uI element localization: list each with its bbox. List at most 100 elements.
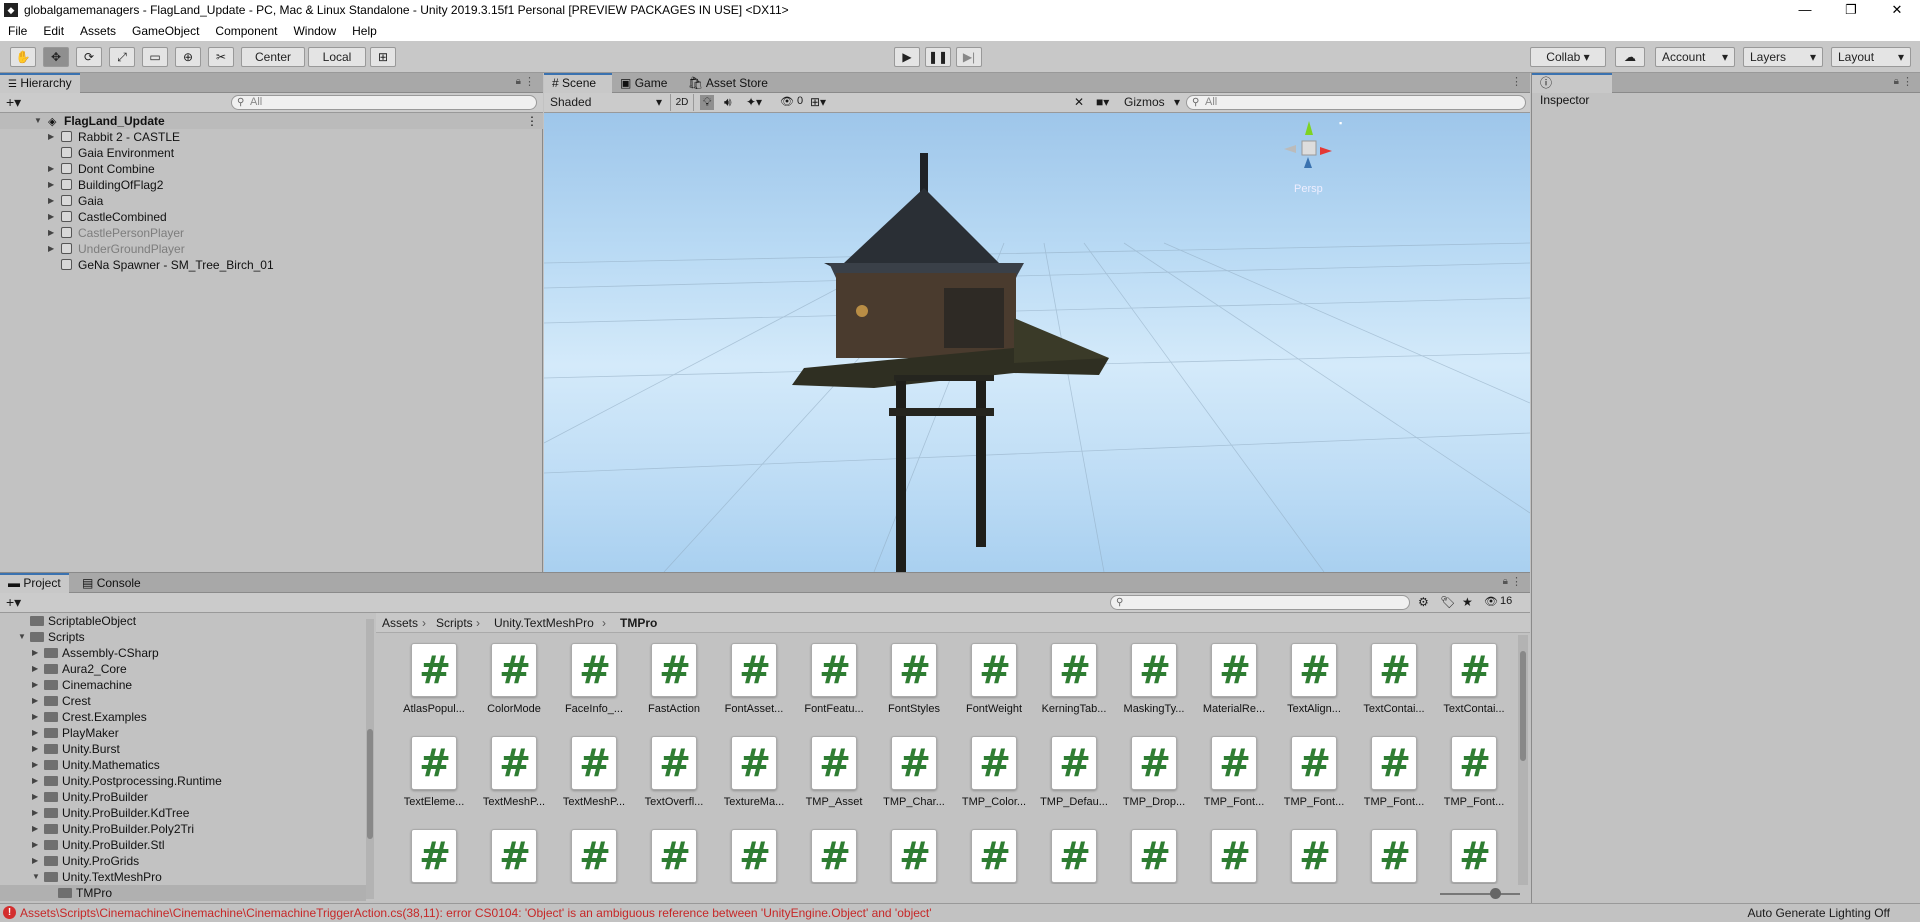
hierarchy-item[interactable]: ▶ Rabbit 2 - CASTLE bbox=[0, 129, 543, 145]
tab-inspector[interactable]: ⓘ Inspector bbox=[1532, 73, 1612, 107]
script-asset[interactable]: # bbox=[472, 829, 552, 884]
script-asset[interactable]: # TextContai... bbox=[1432, 643, 1512, 733]
script-asset[interactable]: # TMP_Asset bbox=[792, 736, 872, 826]
move-tool-icon[interactable]: ✥ bbox=[43, 47, 69, 67]
minimize-button[interactable]: — bbox=[1782, 0, 1828, 20]
script-asset[interactable]: # FontAsset... bbox=[712, 643, 792, 733]
layers-dropdown[interactable]: Layers ▾ bbox=[1743, 47, 1823, 67]
script-asset[interactable]: # bbox=[952, 829, 1032, 884]
script-asset[interactable]: # TMP_Char... bbox=[872, 736, 952, 826]
script-asset[interactable]: # AtlasPopul... bbox=[392, 643, 472, 733]
scene-viewport[interactable]: ▪ Persp bbox=[544, 113, 1530, 572]
project-folder-item[interactable]: ▶ Aura2_Core bbox=[0, 661, 366, 677]
camera-icon[interactable]: ■▾ bbox=[1096, 95, 1109, 109]
project-folder-item[interactable]: ▼ Scripts bbox=[0, 629, 366, 645]
script-asset[interactable]: # FontStyles bbox=[872, 643, 952, 733]
step-button[interactable]: ▶| bbox=[956, 47, 982, 67]
expand-arrow-icon[interactable]: ▶ bbox=[32, 677, 38, 693]
expand-arrow-icon[interactable]: ▶ bbox=[32, 725, 38, 741]
project-folder-item[interactable]: ▶ Unity.ProBuilder.Stl bbox=[0, 837, 366, 853]
more-options-icon[interactable]: ⋮ bbox=[526, 113, 538, 129]
hierarchy-item[interactable]: ▶ BuildingOfFlag2 bbox=[0, 177, 543, 193]
expand-arrow-icon[interactable]: ▶ bbox=[32, 645, 38, 661]
script-asset[interactable]: # TMP_Color... bbox=[952, 736, 1032, 826]
breadcrumb-textmeshpro[interactable]: Unity.TextMeshPro bbox=[494, 613, 594, 633]
project-folder-item[interactable]: ▶ Unity.ProBuilder bbox=[0, 789, 366, 805]
more-options-icon[interactable]: ⋮ bbox=[524, 75, 535, 88]
pivot-local-toggle[interactable]: Local bbox=[308, 47, 366, 67]
tools-icon[interactable]: ✕ bbox=[1074, 95, 1084, 109]
hierarchy-item[interactable]: ▶ CastlePersonPlayer bbox=[0, 225, 543, 241]
expand-arrow-icon[interactable]: ▶ bbox=[32, 821, 38, 837]
close-button[interactable]: ✕ bbox=[1874, 0, 1920, 20]
menu-assets[interactable]: Assets bbox=[72, 24, 124, 38]
expand-arrow-icon[interactable]: ▶ bbox=[48, 177, 54, 193]
auto-generate-lighting-status[interactable]: Auto Generate Lighting Off bbox=[1747, 904, 1890, 922]
script-asset[interactable]: # KerningTab... bbox=[1032, 643, 1112, 733]
hierarchy-item[interactable]: GeNa Spawner - SM_Tree_Birch_01 bbox=[0, 257, 543, 273]
script-asset[interactable]: # FontFeatu... bbox=[792, 643, 872, 733]
hierarchy-search-input[interactable]: ⚲ All bbox=[231, 95, 537, 110]
script-asset[interactable]: # bbox=[712, 829, 792, 884]
gizmo-lock-icon[interactable]: ▪ bbox=[1339, 118, 1342, 128]
rect-tool-icon[interactable]: ▭ bbox=[142, 47, 168, 67]
search-by-label-icon[interactable]: 🏷︎ bbox=[1440, 595, 1455, 609]
icon-size-slider[interactable] bbox=[1430, 885, 1530, 903]
cloud-icon[interactable]: ☁ bbox=[1615, 47, 1645, 67]
script-asset[interactable]: # bbox=[1352, 829, 1432, 884]
play-button[interactable]: ▶ bbox=[894, 47, 920, 67]
project-folder-item[interactable]: ▶ PlayMaker bbox=[0, 725, 366, 741]
shading-mode-dropdown[interactable]: Shaded ▾ bbox=[546, 94, 666, 111]
create-add-icon[interactable]: +▾ bbox=[6, 594, 21, 611]
scrollbar-thumb[interactable] bbox=[367, 729, 373, 839]
script-asset[interactable]: # FastAction bbox=[632, 643, 712, 733]
more-options-icon[interactable]: ⋮ bbox=[1511, 75, 1522, 88]
menu-gameobject[interactable]: GameObject bbox=[124, 24, 207, 38]
project-search-input[interactable]: ⚲ bbox=[1110, 595, 1410, 610]
script-asset[interactable]: # TextMeshP... bbox=[472, 736, 552, 826]
script-asset[interactable]: # TMP_Drop... bbox=[1112, 736, 1192, 826]
account-dropdown[interactable]: Account ▾ bbox=[1655, 47, 1735, 67]
project-folder-item[interactable]: ▶ Crest bbox=[0, 693, 366, 709]
hierarchy-item[interactable]: ▶ Dont Combine bbox=[0, 161, 543, 177]
more-options-icon[interactable]: ⋮ bbox=[1511, 575, 1522, 588]
tab-console[interactable]: ▤ Console bbox=[74, 573, 149, 593]
lighting-toggle-icon[interactable]: 💡︎ bbox=[700, 95, 715, 110]
transform-tool-icon[interactable]: ⊕ bbox=[175, 47, 201, 67]
scrollbar-thumb[interactable] bbox=[1520, 651, 1526, 761]
script-asset[interactable]: # TextEleme... bbox=[392, 736, 472, 826]
project-folder-item[interactable]: ▶ Unity.Mathematics bbox=[0, 757, 366, 773]
expand-arrow-icon[interactable]: ▼ bbox=[34, 113, 42, 129]
expand-arrow-icon[interactable]: ▶ bbox=[32, 709, 38, 725]
expand-arrow-icon[interactable]: ▶ bbox=[32, 693, 38, 709]
script-asset[interactable]: # TMP_Defau... bbox=[1032, 736, 1112, 826]
script-asset[interactable]: # bbox=[1032, 829, 1112, 884]
menu-edit[interactable]: Edit bbox=[35, 24, 72, 38]
favorite-star-icon[interactable]: ★ bbox=[1462, 595, 1473, 609]
hierarchy-item[interactable]: ▶ Gaia bbox=[0, 193, 543, 209]
script-asset[interactable]: # bbox=[392, 829, 472, 884]
tab-asset-store[interactable]: 🛍︎ Asset Store bbox=[680, 73, 776, 93]
slider-thumb[interactable] bbox=[1490, 888, 1501, 899]
audio-toggle-icon[interactable]: 🔊︎ bbox=[724, 95, 732, 110]
expand-arrow-icon[interactable]: ▶ bbox=[32, 757, 38, 773]
hierarchy-item[interactable]: ▶ CastleCombined bbox=[0, 209, 543, 225]
tab-hierarchy[interactable]: ☰ Hierarchy bbox=[0, 73, 80, 93]
breadcrumb-tmpro[interactable]: TMPro bbox=[620, 613, 657, 633]
scale-tool-icon[interactable]: ⤢ bbox=[109, 47, 135, 67]
project-folder-item[interactable]: ScriptableObject bbox=[0, 613, 366, 629]
lock-icon[interactable]: 🔒︎ bbox=[1503, 576, 1508, 587]
effects-toggle-icon[interactable]: ✦▾ bbox=[746, 95, 762, 109]
expand-arrow-icon[interactable]: ▶ bbox=[48, 209, 54, 225]
lock-icon[interactable]: 🔒︎ bbox=[1894, 76, 1899, 87]
script-asset[interactable]: # TextMeshP... bbox=[552, 736, 632, 826]
expand-arrow-icon[interactable]: ▶ bbox=[32, 741, 38, 757]
script-asset[interactable]: # ColorMode bbox=[472, 643, 552, 733]
pause-button[interactable]: ❚❚ bbox=[925, 47, 951, 67]
script-asset[interactable]: # TextureMa... bbox=[712, 736, 792, 826]
expand-arrow-icon[interactable]: ▶ bbox=[48, 161, 54, 177]
tab-game[interactable]: ▣ Game bbox=[612, 73, 675, 93]
expand-arrow-icon[interactable]: ▶ bbox=[48, 225, 54, 241]
script-asset[interactable]: # TextAlign... bbox=[1272, 643, 1352, 733]
collab-dropdown[interactable]: Collab ▾ bbox=[1530, 47, 1606, 67]
